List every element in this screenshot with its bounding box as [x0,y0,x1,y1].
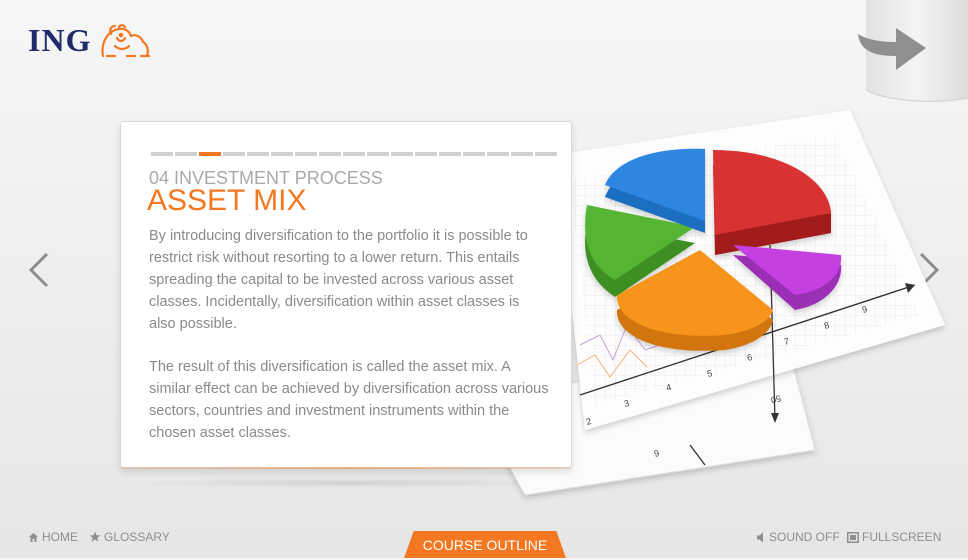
paragraph: By introducing diversification to the po… [149,228,528,332]
progress-step [175,152,197,156]
star-icon [89,531,101,542]
home-icon [29,532,38,542]
progress-step [439,152,461,156]
sound-label: SOUND OFF [769,530,840,544]
fullscreen-label: FULLSCREEN [862,530,942,544]
progress-step [367,152,389,156]
progress-step [271,152,293,156]
brand-name: ING [28,22,92,58]
progress-indicator [151,152,557,156]
progress-step [535,152,557,156]
exit-arrow-icon[interactable] [858,0,968,105]
progress-step [223,152,245,156]
body-text: By introducing diversification to the po… [149,225,549,465]
fullscreen-icon [847,531,859,543]
progress-step [511,152,533,156]
ing-logo: ING [28,22,153,59]
progress-step [295,152,317,156]
paragraph: The result of this diversification is ca… [149,359,549,441]
progress-step [487,152,509,156]
home-label: HOME [42,530,78,544]
speaker-icon [757,532,763,542]
lion-logo-icon [101,23,151,57]
progress-step [391,152,413,156]
fullscreen-button[interactable]: FULLSCREEN [847,530,941,544]
glossary-label: GLOSSARY [104,530,170,544]
glossary-button[interactable]: GLOSSARY [89,530,170,544]
progress-step [415,152,437,156]
progress-step [463,152,485,156]
progress-step [151,152,173,156]
page-title: ASSET MIX [147,184,307,217]
progress-step [319,152,341,156]
progress-step [247,152,269,156]
progress-step-active [199,152,221,156]
chevron-left-icon[interactable] [25,250,55,290]
home-button[interactable]: HOME [28,530,78,544]
content-card: 04 INVESTMENT PROCESS ASSET MIX By intro… [120,121,572,469]
sound-toggle[interactable]: SOUND OFF [756,530,840,544]
progress-step [343,152,365,156]
course-outline-button[interactable]: COURSE OUTLINE [404,531,566,558]
